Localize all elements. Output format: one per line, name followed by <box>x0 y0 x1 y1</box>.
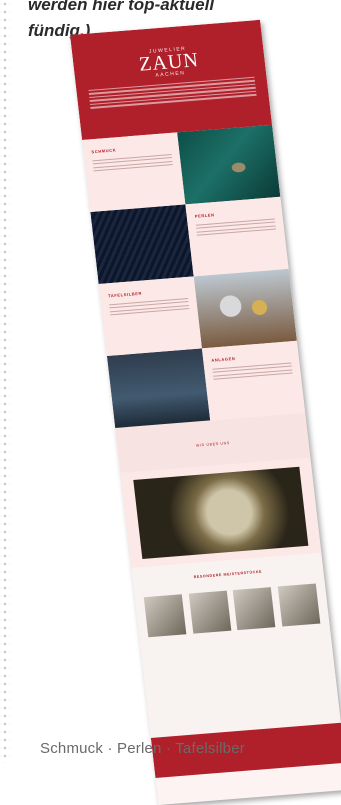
jewelry-photo <box>177 124 281 205</box>
silverware-photo <box>106 348 211 428</box>
section-title: ANLAGEN <box>211 355 236 363</box>
product-thumb[interactable] <box>188 590 232 634</box>
section-perlen: PERLEN <box>90 196 289 284</box>
caption: Schmuck · Perlen · Tafelsilber <box>40 740 245 757</box>
about-heading: WIR ÜBER UNS <box>195 441 231 448</box>
section-anlagen: ANLAGEN <box>106 340 306 428</box>
intro-line-1: werden hier top-aktuell <box>28 0 215 14</box>
section-title: SCHMUCK <box>91 147 117 155</box>
silver-cups-photo <box>193 268 297 349</box>
pearls-photo <box>90 204 194 284</box>
masterpieces-heading: BESONDERE MEISTERSTÜCKE <box>193 569 263 580</box>
product-thumb[interactable] <box>232 587 276 631</box>
product-thumb[interactable] <box>277 583 321 627</box>
section-title: TAFELSILBER <box>107 290 143 299</box>
hero-banner: JUWELIER ZAUN AACHEN <box>70 19 273 140</box>
medal-photo <box>133 466 309 560</box>
dotted-margin <box>0 0 10 763</box>
product-thumb[interactable] <box>143 594 187 638</box>
medal-photo-panel <box>120 457 322 568</box>
section-title: PERLEN <box>194 212 215 219</box>
masterpieces-section: BESONDERE MEISTERSTÜCKE <box>131 552 341 738</box>
website-screenshot: JUWELIER ZAUN AACHEN SCHMUCK PERLEN TAFE… <box>70 19 341 805</box>
